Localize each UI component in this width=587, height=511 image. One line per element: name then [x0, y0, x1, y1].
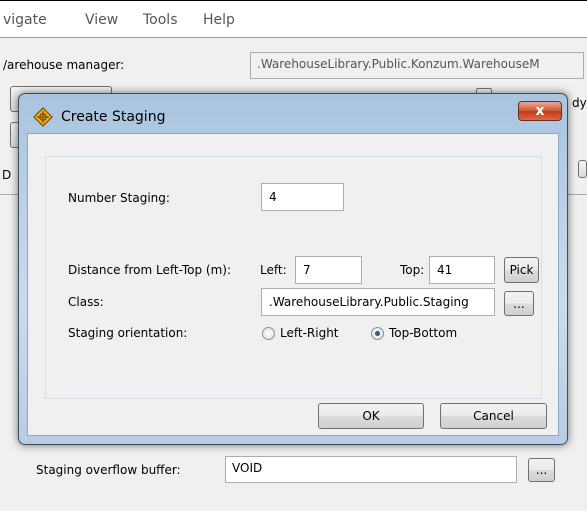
overflow-buffer-field[interactable]: VOID — [225, 456, 517, 483]
class-input[interactable]: .WarehouseLibrary.Public.Staging — [261, 288, 495, 316]
warehouse-manager-field[interactable]: .WarehouseLibrary.Public.Konzum.Warehous… — [250, 52, 584, 79]
menu-bar: vigate View Tools Help — [0, 1, 587, 38]
radio-left-right[interactable] — [262, 327, 275, 340]
radio-left-right-label[interactable]: Left-Right — [280, 326, 339, 340]
create-staging-dialog: Create Staging x Number Staging: 4 Dista… — [18, 93, 568, 445]
overflow-browse-button[interactable]: ... — [528, 458, 555, 482]
overflow-buffer-label: Staging overflow buffer: — [36, 463, 181, 477]
close-button[interactable]: x — [518, 101, 562, 121]
background-partial-letter: D — [2, 168, 12, 182]
menu-view[interactable]: View — [85, 12, 118, 28]
dialog-title: Create Staging — [61, 109, 166, 125]
pick-button[interactable]: Pick — [504, 257, 539, 283]
dialog-panel: Number Staging: 4 Distance from Left-Top… — [45, 156, 542, 399]
number-staging-input[interactable]: 4 — [261, 183, 344, 211]
radio-top-bottom[interactable] — [371, 327, 384, 340]
top-label: Top: — [400, 263, 425, 277]
cancel-button[interactable]: Cancel — [440, 403, 547, 429]
orientation-label: Staging orientation: — [68, 326, 188, 340]
left-label: Left: — [260, 263, 287, 277]
distance-label: Distance from Left-Top (m): — [68, 263, 231, 277]
close-icon: x — [535, 103, 545, 119]
class-browse-button[interactable]: ... — [504, 291, 534, 316]
menu-help[interactable]: Help — [203, 12, 235, 28]
background-edge-button[interactable] — [578, 160, 587, 178]
dialog-client-area: Number Staging: 4 Distance from Left-Top… — [27, 133, 559, 436]
number-staging-label: Number Staging: — [68, 191, 170, 205]
radio-selected-dot — [375, 331, 380, 336]
menu-tools[interactable]: Tools — [143, 12, 178, 28]
left-input[interactable]: 7 — [295, 256, 362, 284]
class-label: Class: — [68, 295, 104, 309]
menu-navigate[interactable]: vigate — [3, 12, 47, 28]
background-partial-text: dy — [572, 96, 587, 110]
radio-top-bottom-label[interactable]: Top-Bottom — [389, 326, 457, 340]
top-input[interactable]: 41 — [429, 256, 495, 284]
warehouse-manager-label: /arehouse manager: — [3, 58, 125, 72]
dialog-app-icon — [33, 107, 53, 127]
ok-button[interactable]: OK — [318, 403, 424, 429]
